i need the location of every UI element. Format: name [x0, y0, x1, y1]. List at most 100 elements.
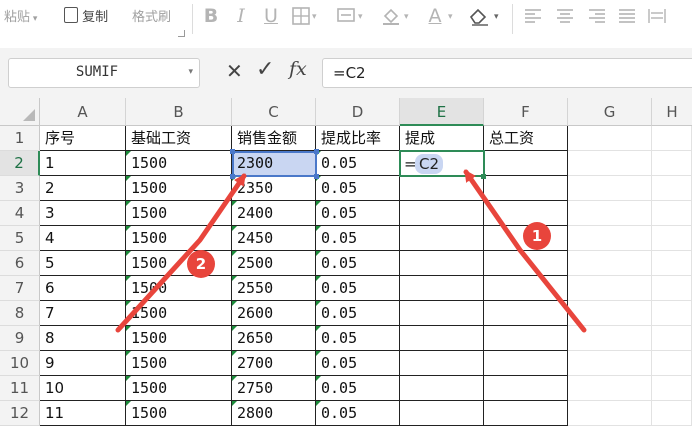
- cell-b8[interactable]: 1500: [126, 301, 232, 326]
- chevron-down-icon[interactable]: ▾: [188, 67, 193, 77]
- cell-g11[interactable]: [568, 376, 652, 401]
- row-header-4[interactable]: 4: [0, 201, 40, 226]
- cell-a4[interactable]: 3: [40, 201, 126, 226]
- cell-d2[interactable]: 0.05: [316, 151, 400, 176]
- cell-e8[interactable]: [400, 301, 484, 326]
- cancel-icon[interactable]: ✕: [226, 59, 243, 83]
- cell-g3[interactable]: [568, 176, 652, 201]
- cell-f10[interactable]: [484, 351, 568, 376]
- cell-e3[interactable]: [400, 176, 484, 201]
- cell-b1[interactable]: 基础工资: [126, 126, 232, 151]
- row-header-9[interactable]: 9: [0, 326, 40, 351]
- cell-b6[interactable]: 1500: [126, 251, 232, 276]
- bold-icon[interactable]: B: [200, 4, 222, 28]
- cell-g10[interactable]: [568, 351, 652, 376]
- cell-c1[interactable]: 销售金额: [232, 126, 316, 151]
- column-header-b[interactable]: B: [126, 98, 232, 126]
- cell-f7[interactable]: [484, 276, 568, 301]
- cell-b4[interactable]: 1500: [126, 201, 232, 226]
- cell-e10[interactable]: [400, 351, 484, 376]
- justify-icon[interactable]: [616, 4, 638, 28]
- font-color-icon[interactable]: A: [424, 4, 446, 28]
- cell-g7[interactable]: [568, 276, 652, 301]
- fill-icon[interactable]: [336, 4, 358, 28]
- select-all-button[interactable]: [0, 98, 40, 126]
- border-icon[interactable]: [290, 4, 312, 28]
- cell-f9[interactable]: [484, 326, 568, 351]
- cell-h1[interactable]: [652, 126, 692, 151]
- cell-f8[interactable]: [484, 301, 568, 326]
- cell-a6[interactable]: 5: [40, 251, 126, 276]
- border-dropdown-icon[interactable]: ▾: [312, 12, 317, 22]
- italic-icon[interactable]: I: [230, 4, 252, 28]
- row-header-3[interactable]: 3: [0, 176, 40, 201]
- cell-b3[interactable]: 1500: [126, 176, 232, 201]
- formula-input[interactable]: =C2: [322, 58, 692, 88]
- cell-d12[interactable]: 0.05: [316, 401, 400, 426]
- cell-b9[interactable]: 1500: [126, 326, 232, 351]
- cell-g8[interactable]: [568, 301, 652, 326]
- cell-c7[interactable]: 2550: [232, 276, 316, 301]
- cell-d9[interactable]: 0.05: [316, 326, 400, 351]
- cell-d1[interactable]: 提成比率: [316, 126, 400, 151]
- row-header-5[interactable]: 5: [0, 226, 40, 251]
- cell-b10[interactable]: 1500: [126, 351, 232, 376]
- cell-h4[interactable]: [652, 201, 692, 226]
- cell-c3[interactable]: 2350: [232, 176, 316, 201]
- confirm-icon[interactable]: ✓: [256, 57, 274, 82]
- active-cell-e2[interactable]: = C2: [399, 150, 485, 177]
- cell-d6[interactable]: 0.05: [316, 251, 400, 276]
- fill-handle[interactable]: [481, 174, 486, 179]
- row-header-8[interactable]: 8: [0, 301, 40, 326]
- column-header-h[interactable]: H: [652, 98, 692, 126]
- align-right-icon[interactable]: [586, 4, 608, 28]
- cell-e5[interactable]: [400, 226, 484, 251]
- cell-f12[interactable]: [484, 401, 568, 426]
- cell-b12[interactable]: 1500: [126, 401, 232, 426]
- cell-f6[interactable]: [484, 251, 568, 276]
- paste-button[interactable]: 粘贴 ▾: [4, 6, 37, 25]
- cell-c10[interactable]: 2700: [232, 351, 316, 376]
- row-header-7[interactable]: 7: [0, 276, 40, 301]
- cell-h9[interactable]: [652, 326, 692, 351]
- cell-f3[interactable]: [484, 176, 568, 201]
- underline-icon[interactable]: U: [260, 4, 282, 28]
- cell-e4[interactable]: [400, 201, 484, 226]
- cell-g5[interactable]: [568, 226, 652, 251]
- cell-h11[interactable]: [652, 376, 692, 401]
- cell-e7[interactable]: [400, 276, 484, 301]
- cell-d10[interactable]: 0.05: [316, 351, 400, 376]
- column-header-c[interactable]: C: [232, 98, 316, 126]
- paint-bucket-icon[interactable]: [380, 4, 402, 28]
- cell-e1[interactable]: 提成: [400, 126, 484, 151]
- row-header-11[interactable]: 11: [0, 376, 40, 401]
- row-header-1[interactable]: 1: [0, 126, 40, 151]
- font-color-dropdown-icon[interactable]: ▾: [448, 12, 453, 22]
- cell-g9[interactable]: [568, 326, 652, 351]
- align-left-icon[interactable]: [522, 4, 544, 28]
- cell-b7[interactable]: 1500: [126, 276, 232, 301]
- cell-f1[interactable]: 总工资: [484, 126, 568, 151]
- row-header-10[interactable]: 10: [0, 351, 40, 376]
- cell-d8[interactable]: 0.05: [316, 301, 400, 326]
- cell-b11[interactable]: 1500: [126, 376, 232, 401]
- fill-dropdown-icon[interactable]: ▾: [358, 12, 363, 22]
- cell-a11[interactable]: 10: [40, 376, 126, 401]
- cell-f4[interactable]: [484, 201, 568, 226]
- format-painter-button[interactable]: 格式刷: [132, 6, 171, 25]
- range-handle[interactable]: [314, 149, 319, 154]
- cell-a12[interactable]: 11: [40, 401, 126, 426]
- cell-e12[interactable]: [400, 401, 484, 426]
- range-handle[interactable]: [230, 149, 235, 154]
- copy-button[interactable]: 复制: [64, 6, 108, 25]
- cell-b2[interactable]: 1500: [126, 151, 232, 176]
- cell-d11[interactable]: 0.05: [316, 376, 400, 401]
- cell-a5[interactable]: 4: [40, 226, 126, 251]
- cell-e11[interactable]: [400, 376, 484, 401]
- cell-c4[interactable]: 2400: [232, 201, 316, 226]
- cell-d3[interactable]: 0.05: [316, 176, 400, 201]
- column-header-g[interactable]: G: [568, 98, 652, 126]
- cell-h12[interactable]: [652, 401, 692, 426]
- cell-a8[interactable]: 7: [40, 301, 126, 326]
- dialog-launcher-icon[interactable]: [178, 30, 185, 37]
